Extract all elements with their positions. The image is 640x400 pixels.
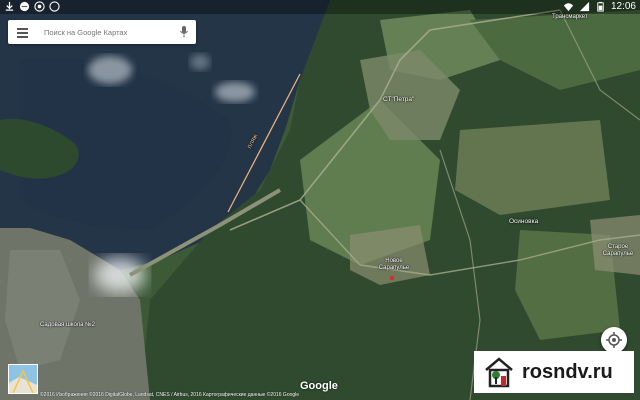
watermark-text: rosndv.ru [522,361,613,383]
chrome-icon [34,1,45,12]
status-bar: 12:06 [0,0,640,14]
village-label-osinovka: Осиновка [509,218,539,225]
download-icon [5,1,14,11]
clock: 12:06 [610,1,636,12]
location-target-icon [606,332,622,348]
map-attribution[interactable]: ©2016 Изображения ©2016 DigitalGlobe, La… [40,392,299,398]
top-right-label: Трансмаркет [552,14,588,20]
search-input[interactable] [44,25,172,39]
map-preview-icon [9,365,37,394]
wifi-icon [563,3,574,12]
search-bar[interactable] [8,20,196,44]
district-label: Садовая школа №2 [40,322,95,328]
status-icons-right: 12:06 [563,1,636,12]
settlement-label-st-petra: СТ"Петра" [383,96,415,103]
signal-icon [579,1,590,12]
battery-icon [597,1,604,12]
satellite-map[interactable] [0,0,640,400]
rosndv-watermark: rosndv.ru [474,351,634,393]
village-label-novoe-sarapulye: Новое Сарапулье [378,258,410,271]
my-location-button[interactable] [601,327,627,353]
google-logo: Google [300,380,338,392]
mic-icon[interactable] [179,25,189,39]
compass-icon [49,1,60,12]
status-icons-left [4,1,60,12]
house-logo-icon [485,357,513,388]
message-icon [19,1,30,12]
hamburger-icon[interactable] [17,28,28,38]
village-label-staroe-sarapulye: Старое Сарапулье [602,244,634,257]
map-type-thumbnail[interactable] [8,364,38,394]
